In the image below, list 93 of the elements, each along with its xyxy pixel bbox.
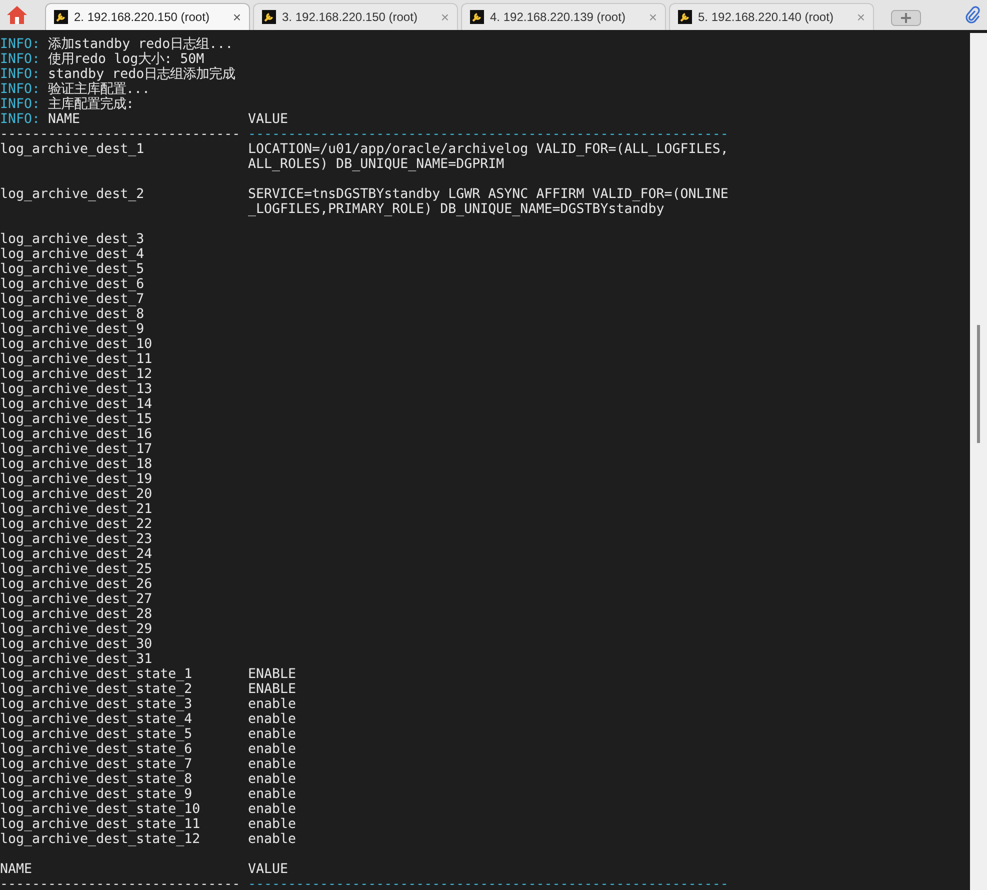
parameter-value: enable [248, 712, 296, 727]
paperclip-icon[interactable] [965, 6, 981, 24]
parameter-name: log_archive_dest_7 [0, 292, 144, 307]
parameter-value: ALL_ROLES) DB_UNIQUE_NAME=DGPRIM [248, 157, 506, 172]
parameter-name: log_archive_dest_4 [0, 247, 144, 262]
parameter-name: log_archive_dest_1 [0, 142, 144, 157]
parameter-name: log_archive_dest_state_10 [0, 802, 200, 817]
column-header: VALUE [248, 862, 288, 877]
parameter-name: log_archive_dest_5 [0, 262, 144, 277]
parameter-value: enable [248, 757, 296, 772]
parameter-name: log_archive_dest_state_1 [0, 667, 192, 682]
log-message: standby redo日志组添加完成 [48, 67, 236, 82]
parameter-name: log_archive_dest_11 [0, 352, 152, 367]
parameter-name: log_archive_dest_state_9 [0, 787, 192, 802]
parameter-value: ENABLE [248, 667, 296, 682]
parameter-name: log_archive_dest_28 [0, 607, 152, 622]
parameter-value: enable [248, 787, 296, 802]
tab[interactable]: 3. 192.168.220.150 (root) × [253, 3, 458, 30]
parameter-name: log_archive_dest_2 [0, 187, 144, 202]
dashed-rule: ------------------------------------------------------------ [248, 127, 728, 142]
log-prefix: INFO: [0, 37, 40, 52]
parameter-value: enable [248, 742, 296, 757]
log-message: 主库配置完成: [48, 97, 134, 112]
parameter-name: log_archive_dest_25 [0, 562, 152, 577]
parameter-name: log_archive_dest_16 [0, 427, 152, 442]
parameter-name: log_archive_dest_21 [0, 502, 152, 517]
parameter-name: log_archive_dest_30 [0, 637, 152, 652]
parameter-name: log_archive_dest_26 [0, 577, 152, 592]
log-message: 添加standby redo日志组... [48, 37, 234, 52]
parameter-value: enable [248, 772, 296, 787]
wrench-icon [54, 10, 68, 24]
close-button[interactable]: × [232, 6, 241, 28]
parameter-name: log_archive_dest_6 [0, 277, 144, 292]
scrollbar[interactable] [970, 33, 987, 890]
parameter-name: log_archive_dest_12 [0, 367, 152, 382]
parameter-name: log_archive_dest_18 [0, 457, 152, 472]
parameter-value: enable [248, 817, 296, 832]
log-message: 验证主库配置... [48, 82, 150, 97]
parameter-name: log_archive_dest_22 [0, 517, 152, 532]
dashed-rule: ------------------------------------------------------------ [248, 877, 728, 890]
parameter-name: log_archive_dest_14 [0, 397, 152, 412]
parameter-value: enable [248, 832, 296, 847]
parameter-name: log_archive_dest_9 [0, 322, 144, 337]
parameter-value: enable [248, 802, 296, 817]
log-prefix: INFO: [0, 82, 40, 97]
wrench-icon [262, 10, 276, 24]
log-prefix: INFO: [0, 97, 40, 112]
parameter-value: ENABLE [248, 682, 296, 697]
tab[interactable]: 2. 192.168.220.150 (root) × [45, 3, 250, 30]
parameter-name: log_archive_dest_state_8 [0, 772, 192, 787]
parameter-name: log_archive_dest_state_6 [0, 742, 192, 757]
parameter-name: log_archive_dest_10 [0, 337, 152, 352]
parameter-name: log_archive_dest_8 [0, 307, 144, 322]
parameter-value: enable [248, 727, 296, 742]
plus-icon [901, 13, 911, 23]
parameter-name: log_archive_dest_20 [0, 487, 152, 502]
column-header: NAME [48, 112, 80, 127]
parameter-name: log_archive_dest_27 [0, 592, 152, 607]
parameter-value: _LOGFILES,PRIMARY_ROLE) DB_UNIQUE_NAME=DGSTBYstandby [248, 202, 666, 217]
parameter-name: log_archive_dest_13 [0, 382, 152, 397]
parameter-name: log_archive_dest_state_3 [0, 697, 192, 712]
log-message: 使用redo log大小: 50M [48, 52, 204, 67]
parameter-name: log_archive_dest_state_2 [0, 682, 192, 697]
parameter-name: log_archive_dest_19 [0, 472, 152, 487]
parameter-name: log_archive_dest_24 [0, 547, 152, 562]
dashed-rule: ------------------------------ [0, 127, 240, 142]
parameter-name: log_archive_dest_state_11 [0, 817, 200, 832]
parameter-value: SERVICE=tnsDGSTBYstandby LGWR ASYNC AFFIRM VALID_FOR=(ONLINE [248, 187, 728, 202]
log-prefix: INFO: [0, 67, 40, 82]
wrench-icon [470, 10, 484, 24]
parameter-name: log_archive_dest_state_5 [0, 727, 192, 742]
tab[interactable]: 4. 192.168.220.139 (root) × [461, 3, 666, 30]
log-prefix: INFO: [0, 112, 40, 127]
column-header: VALUE [248, 112, 288, 127]
parameter-name: log_archive_dest_17 [0, 442, 152, 457]
parameter-name: log_archive_dest_3 [0, 232, 144, 247]
dashed-rule: ------------------------------ [0, 877, 240, 890]
parameter-value: enable [248, 697, 296, 712]
new-tab-button[interactable] [891, 10, 921, 26]
log-prefix: INFO: [0, 52, 40, 67]
home-icon[interactable] [6, 5, 28, 25]
parameter-name: log_archive_dest_23 [0, 532, 152, 547]
parameter-name: log_archive_dest_29 [0, 622, 152, 637]
parameter-value: LOCATION=/u01/app/oracle/archivelog VALID_FOR=(ALL_LOGFILES, [248, 142, 728, 157]
column-header: NAME [0, 862, 32, 877]
parameter-name: log_archive_dest_31 [0, 652, 152, 667]
parameter-name: log_archive_dest_state_12 [0, 832, 200, 847]
parameter-name: log_archive_dest_state_4 [0, 712, 192, 727]
scrollbar-thumb[interactable] [977, 325, 980, 443]
parameter-name: log_archive_dest_15 [0, 412, 152, 427]
wrench-icon [678, 10, 692, 24]
parameter-name: log_archive_dest_state_7 [0, 757, 192, 772]
tab[interactable]: 5. 192.168.220.140 (root) × [669, 3, 874, 30]
